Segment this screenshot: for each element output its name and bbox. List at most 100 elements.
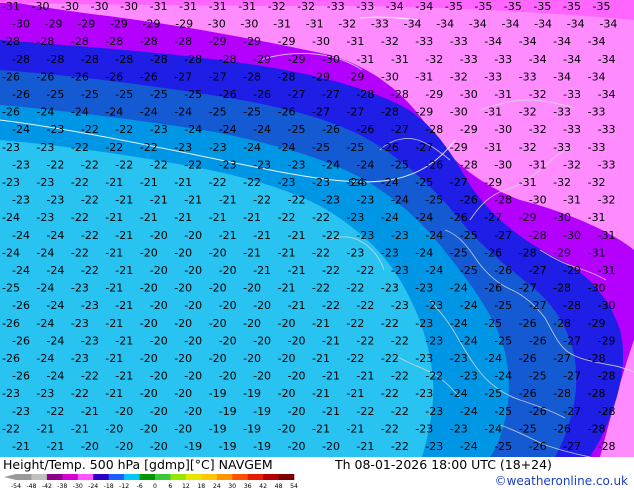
temp-label: -35 xyxy=(445,0,463,13)
temp-label: -21 xyxy=(346,422,364,435)
temp-label: -31 xyxy=(391,53,409,66)
temp-label: -27 xyxy=(391,123,409,136)
temp-label: -31 xyxy=(598,229,616,242)
temp-label: -24 xyxy=(174,106,192,119)
temp-label: -29 xyxy=(450,141,468,154)
temp-label: -30 xyxy=(598,299,616,312)
temp-label: -22 xyxy=(81,370,99,383)
temp-label: -21 xyxy=(115,370,133,383)
temp-label: -27 xyxy=(450,176,468,189)
temp-label: -26 xyxy=(519,352,537,365)
temp-label: -25 xyxy=(2,282,20,295)
temp-label: -23 xyxy=(2,387,20,400)
temp-label: -31 xyxy=(209,0,227,13)
temp-label: -29 xyxy=(143,18,161,31)
temp-label: -28 xyxy=(278,70,296,83)
temp-label: -23 xyxy=(391,299,409,312)
temp-label: -32 xyxy=(553,176,571,189)
temp-label: -26 xyxy=(12,88,30,101)
temp-label: -23 xyxy=(415,317,433,330)
temp-label: -23 xyxy=(46,194,64,207)
temp-label: -23 xyxy=(415,352,433,365)
temp-label: -33 xyxy=(460,53,478,66)
temp-label: -21 xyxy=(105,317,123,330)
temp-label: -20 xyxy=(243,317,261,330)
temp-label: -22 xyxy=(71,211,89,224)
temp-label: -23 xyxy=(253,158,271,171)
temp-label: -28 xyxy=(105,35,123,48)
temp-label: -32 xyxy=(529,88,547,101)
temp-label: -22 xyxy=(81,229,99,242)
temp-label: -31 xyxy=(346,35,364,48)
temp-label: -22 xyxy=(2,422,20,435)
temp-label: -28 xyxy=(36,35,54,48)
colorbar-tick-label: -12 xyxy=(119,483,129,490)
temp-label: -34 xyxy=(563,53,581,66)
temp-label: -22 xyxy=(115,123,133,136)
temp-label: -22 xyxy=(356,299,374,312)
temp-label: -26 xyxy=(460,194,478,207)
temp-label: -29 xyxy=(553,246,571,259)
temp-label: -20 xyxy=(115,405,133,418)
temp-label: -23 xyxy=(356,229,374,242)
temp-label: -26 xyxy=(71,70,89,83)
temp-label: -21 xyxy=(312,422,330,435)
temp-label: -20 xyxy=(150,370,168,383)
temp-label: -33 xyxy=(598,123,616,136)
temp-label: -20 xyxy=(253,370,271,383)
temp-label: -23 xyxy=(2,141,20,154)
temp-label: -24 xyxy=(219,123,237,136)
temp-label: -20 xyxy=(219,370,237,383)
temp-label: -24 xyxy=(450,317,468,330)
temp-label: -20 xyxy=(140,282,158,295)
temp-label: -20 xyxy=(184,299,202,312)
temp-label: -20 xyxy=(278,422,296,435)
temp-label: -21 xyxy=(81,405,99,418)
temp-label: -23 xyxy=(356,194,374,207)
temp-label: -24 xyxy=(381,176,399,189)
temp-label: -24 xyxy=(450,282,468,295)
temp-label: -25 xyxy=(494,299,512,312)
temp-label: -25 xyxy=(243,106,261,119)
temp-label: -24 xyxy=(2,211,20,224)
temp-label: -22 xyxy=(81,264,99,277)
temp-label: -28 xyxy=(12,53,30,66)
temp-label: -25 xyxy=(425,194,443,207)
temp-label: -35 xyxy=(563,0,581,13)
temp-label: -23 xyxy=(2,176,20,189)
temp-label: -32 xyxy=(268,0,286,13)
temp-label: -21 xyxy=(278,282,296,295)
temp-label: -23 xyxy=(46,123,64,136)
temp-label: -21 xyxy=(346,387,364,400)
temp-label: -25 xyxy=(460,229,478,242)
temp-label: -22 xyxy=(356,264,374,277)
temp-label: -20 xyxy=(140,246,158,259)
temp-label: -22 xyxy=(71,246,89,259)
temp-label: -30 xyxy=(120,0,138,13)
temp-label: -27 xyxy=(494,229,512,242)
temp-label: -20 xyxy=(219,299,237,312)
temp-label: -30 xyxy=(494,158,512,171)
colorbar-tick-label: -54 xyxy=(11,483,21,490)
temp-label: -33 xyxy=(484,70,502,83)
temp-label: -24 xyxy=(184,123,202,136)
temp-label: -32 xyxy=(450,70,468,83)
temp-label: -30 xyxy=(32,0,50,13)
temp-label: -22 xyxy=(81,194,99,207)
temp-label: -34 xyxy=(404,18,422,31)
temp-label: -34 xyxy=(598,88,616,101)
temp-label: -21 xyxy=(174,211,192,224)
temp-label: -27 xyxy=(312,106,330,119)
temp-label: -27 xyxy=(209,70,227,83)
temp-label: -24 xyxy=(46,299,64,312)
temp-label: -23 xyxy=(278,176,296,189)
temp-label: -20 xyxy=(150,405,168,418)
colorbar-swatch xyxy=(77,474,94,480)
temp-label: -22 xyxy=(115,158,133,171)
colorbar-swatch xyxy=(278,474,295,480)
temp-label: -33 xyxy=(519,70,537,83)
temp-label: -20 xyxy=(174,352,192,365)
temp-label: -20 xyxy=(322,440,340,453)
colorbar-tick-label: 24 xyxy=(213,483,221,490)
temp-label: -34 xyxy=(386,0,404,13)
